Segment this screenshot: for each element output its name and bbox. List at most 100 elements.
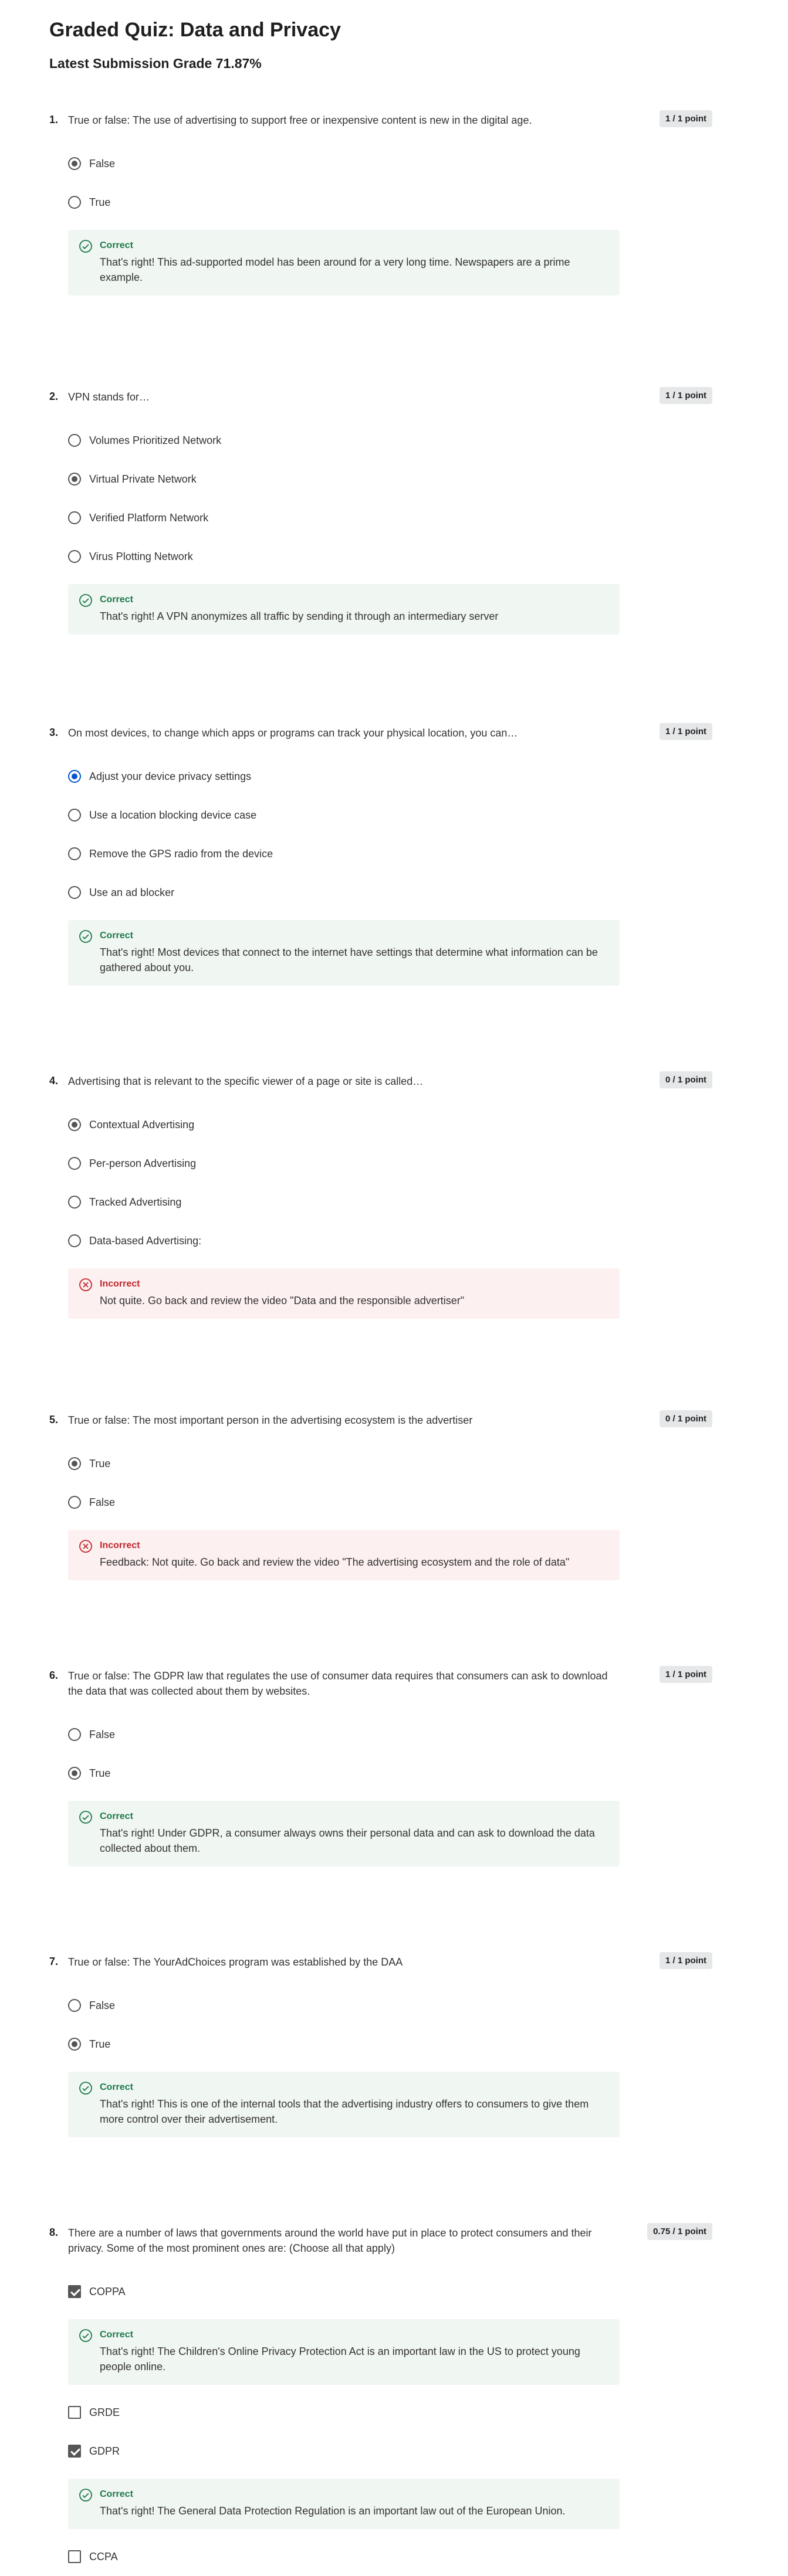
question-number: 7. (49, 1956, 59, 1967)
answer-option[interactable]: Per-person Advertising (68, 1144, 712, 1183)
question-4: 4. Advertising that is relevant to the sp… (49, 1071, 712, 1319)
radio-button[interactable] (68, 1999, 81, 2012)
checkbox-option[interactable]: COPPA (68, 2272, 712, 2311)
answer-option[interactable]: False (68, 1986, 712, 2025)
feedback-correct: Correct That's right! A VPN anonymizes al… (68, 584, 620, 634)
option-label: False (89, 1496, 116, 1508)
feedback-text: Feedback: Not quite. Go back and review … (100, 1556, 570, 1568)
answer-option[interactable]: Use a location blocking device case (68, 796, 712, 834)
question-text: True or false: The GDPR law that regulat… (68, 1670, 608, 1697)
check-circle-icon (79, 929, 93, 943)
question-text: VPN stands for… (68, 391, 150, 403)
question-7: 7. True or false: The YourAdChoices progr… (49, 1952, 712, 2137)
checkbox-option[interactable]: GRDE (68, 2393, 712, 2432)
radio-button[interactable] (68, 1496, 81, 1509)
radio-button[interactable] (68, 1196, 81, 1209)
option-label: Data-based Advertising: (89, 1234, 202, 1247)
question-text: There are a number of laws that governme… (68, 2227, 592, 2254)
feedback-label: Correct (100, 2082, 133, 2092)
option-label: COPPA (89, 2285, 126, 2297)
radio-button[interactable] (68, 1157, 81, 1170)
answer-option[interactable]: Verified Platform Network (68, 498, 712, 537)
points-badge: 1 / 1 point (659, 110, 712, 127)
option-label: False (89, 1728, 116, 1740)
option-label: GDPR (89, 2445, 120, 2457)
radio-button[interactable] (68, 1767, 81, 1780)
feedback-correct: Correct That's right! This ad-supported m… (68, 230, 620, 296)
radio-button[interactable] (68, 434, 81, 447)
answer-option[interactable]: Virus Plotting Network (68, 537, 712, 576)
question-text: On most devices, to change which apps or… (68, 727, 518, 739)
option-label: Verified Platform Network (89, 511, 209, 524)
option-label: Per-person Advertising (89, 1157, 197, 1169)
answer-option[interactable]: Use an ad blocker (68, 873, 712, 912)
feedback-text: Not quite. Go back and review the video … (100, 1295, 465, 1306)
option-label: Virus Plotting Network (89, 550, 193, 562)
radio-button[interactable] (68, 473, 81, 486)
question-2: 2. VPN stands for… 1 / 1 point Volumes Prio… (49, 387, 712, 634)
radio-button[interactable] (68, 1118, 81, 1131)
option-label: Tracked Advertising (89, 1196, 182, 1208)
radio-button[interactable] (68, 809, 81, 822)
answer-option[interactable]: Data-based Advertising: (68, 1221, 712, 1260)
question-text: True or false: The YourAdChoices program… (68, 1956, 403, 1968)
checkbox[interactable] (68, 2550, 81, 2563)
answer-option[interactable]: True (68, 2025, 712, 2063)
answer-option[interactable]: False (68, 1715, 712, 1754)
checkbox[interactable] (68, 2285, 81, 2298)
radio-button[interactable] (68, 511, 81, 524)
feedback-label: Correct (100, 2489, 133, 2499)
radio-button[interactable] (68, 770, 81, 783)
answer-option[interactable]: False (68, 1483, 712, 1522)
radio-button[interactable] (68, 1457, 81, 1470)
answer-option[interactable]: True (68, 1444, 712, 1483)
option-label: True (89, 1767, 111, 1779)
question-number: 6. (49, 1669, 59, 1681)
answer-option[interactable]: True (68, 183, 712, 222)
check-circle-icon (79, 239, 93, 253)
checkbox[interactable] (68, 2406, 81, 2419)
option-label: Contextual Advertising (89, 1118, 195, 1131)
question-3: 3. On most devices, to change which apps … (49, 723, 712, 986)
checkbox-option[interactable]: GDPR (68, 2432, 712, 2470)
check-circle-icon (79, 2329, 93, 2343)
question-text: Advertising that is relevant to the spec… (68, 1075, 424, 1087)
checkbox-option[interactable]: CCPA (68, 2537, 712, 2576)
answer-option[interactable]: Adjust your device privacy settings (68, 757, 712, 796)
answer-option[interactable]: Contextual Advertising (68, 1105, 712, 1144)
answer-option[interactable]: Volumes Prioritized Network (68, 421, 712, 460)
option-label: False (89, 157, 116, 169)
option-label: True (89, 196, 111, 208)
radio-button[interactable] (68, 1728, 81, 1741)
feedback-text: That's right! The Children's Online Priv… (100, 2346, 580, 2373)
radio-button[interactable] (68, 847, 81, 860)
feedback-label: Correct (100, 2330, 133, 2340)
feedback-incorrect: Incorrect Not quite. Go back and review t… (68, 1268, 620, 1319)
options: COPPA Correct That's right! The Children's… (68, 2272, 712, 2576)
question-1: 1. True or false: The use of advertising … (49, 110, 712, 296)
option-label: CCPA (89, 2550, 118, 2563)
question-6: 6. True or false: The GDPR law that regul… (49, 1666, 712, 1866)
options: Volumes Prioritized Network Virtual Priva… (68, 421, 712, 634)
feedback-text: That's right! Under GDPR, a consumer alw… (100, 1827, 595, 1854)
answer-option[interactable]: True (68, 1754, 712, 1793)
options: False True Correct That's right! This is on… (68, 1986, 712, 2137)
options: False True Correct That's right! This ad-su… (68, 144, 712, 296)
points-badge: 1 / 1 point (659, 1952, 712, 1969)
answer-option[interactable]: False (68, 144, 712, 183)
points-badge: 1 / 1 point (659, 723, 712, 740)
radio-button[interactable] (68, 2038, 81, 2051)
radio-button[interactable] (68, 1234, 81, 1247)
answer-option[interactable]: Remove the GPS radio from the device (68, 834, 712, 873)
answer-option[interactable]: Tracked Advertising (68, 1183, 712, 1221)
option-label: Virtual Private Network (89, 473, 197, 485)
question-text: True or false: The most important person… (68, 1414, 473, 1426)
quiz-page: Graded Quiz: Data and Privacy Latest Sub… (0, 0, 788, 2576)
radio-button[interactable] (68, 196, 81, 209)
radio-button[interactable] (68, 886, 81, 899)
checkbox[interactable] (68, 2445, 81, 2458)
radio-button[interactable] (68, 550, 81, 563)
radio-button[interactable] (68, 157, 81, 170)
option-label: GRDE (89, 2406, 120, 2418)
answer-option[interactable]: Virtual Private Network (68, 460, 712, 498)
